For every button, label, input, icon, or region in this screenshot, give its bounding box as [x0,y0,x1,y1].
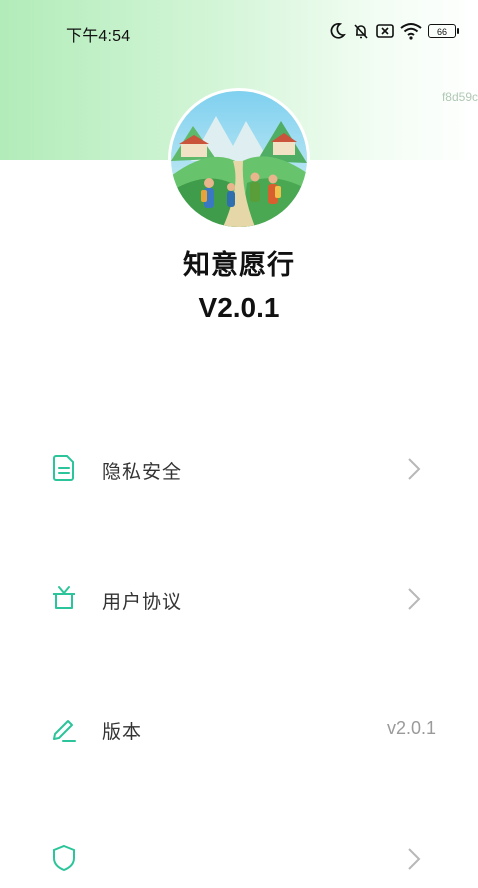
chevron-right-icon [405,586,423,612]
status-bar: 下午4:54 66 [0,0,478,62]
chevron-right-icon [405,456,423,482]
moon-icon [330,22,346,40]
menu-item-privacy[interactable]: 隐私安全 [0,438,478,498]
menu-item-label: 隐私安全 [102,462,183,483]
status-icons: 66 [330,20,459,42]
gift-box-icon [49,583,79,613]
app-version: V2.0.1 [198,292,280,323]
app-name: 知意愿行 [183,250,295,280]
status-time: 下午4:54 [66,28,131,45]
wifi-icon [400,22,422,40]
shield-icon [49,843,79,873]
menu-item-version[interactable]: 版本 v2.0.1 [0,698,478,758]
pencil-icon [49,713,79,743]
menu-item-user-agreement[interactable]: 用户协议 [0,568,478,628]
document-icon [49,453,79,483]
battery-icon: 66 [428,24,459,38]
version-value: v2.0.1 [386,718,436,738]
debug-label: f8d59c [441,90,478,104]
app-logo [171,91,307,227]
bell-off-icon [352,22,370,40]
menu-item-partial[interactable] [0,828,478,888]
sim-off-icon [376,23,394,39]
menu-item-label: 版本 [102,722,143,743]
menu-item-label: 用户协议 [102,592,183,613]
